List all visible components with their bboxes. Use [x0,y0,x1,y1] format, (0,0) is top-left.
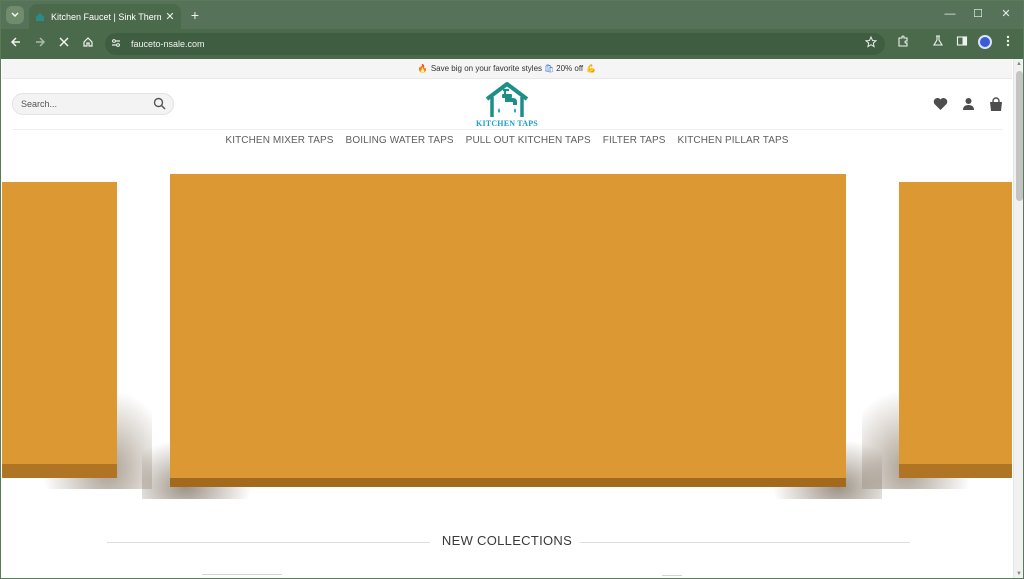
header-divider [12,129,1002,130]
site-info-icon[interactable] [111,38,127,51]
product-peek [662,575,682,578]
section-rule-right [580,542,910,543]
minimize-button[interactable]: — [939,5,961,23]
main-navigation: KITCHEN MIXER TAPS BOILING WATER TAPS PU… [2,135,1012,146]
labs-icon[interactable] [929,35,947,53]
home-icon[interactable] [79,35,97,53]
profile-icon[interactable] [978,35,992,49]
search-box[interactable] [12,93,174,115]
forward-icon[interactable] [31,35,49,53]
browser-toolbar: fauceto-nsale.com [1,29,1023,59]
new-tab-button[interactable]: + [188,6,202,24]
carousel-slide-prev[interactable] [2,182,117,478]
cart-bag-icon[interactable] [989,97,1005,113]
bookmark-star-icon[interactable] [864,35,878,51]
scroll-down-icon[interactable]: ▼ [1016,571,1022,577]
maximize-button[interactable]: ☐ [967,5,989,23]
close-window-button[interactable]: ✕ [995,5,1017,23]
site-favicon-icon [36,12,44,21]
carousel-slide-active[interactable] [170,174,846,487]
nav-filter-taps[interactable]: FILTER TAPS [603,135,666,146]
back-icon[interactable] [7,35,25,53]
search-icon[interactable] [153,97,166,115]
url-text[interactable]: fauceto-nsale.com [131,39,205,49]
muscle-emoji-icon: 💪 [586,64,597,73]
promo-bar: 🔥 Save big on your favorite styles 🛍 20% of… [2,59,1012,79]
scrollbar-thumb[interactable] [1016,71,1023,201]
page-scrollbar[interactable]: ▲ ▼ [1013,59,1023,578]
account-icon[interactable] [962,97,978,113]
fire-emoji-icon: 🔥 [417,64,428,73]
extensions-icon[interactable] [894,35,912,53]
site-logo[interactable]: KITCHEN TAPS [471,81,543,131]
tab-close-icon[interactable]: ✕ [165,10,175,23]
shopping-bags-emoji-icon: 🛍 [544,64,555,73]
product-peek [202,574,282,578]
tab-active[interactable]: Kitchen Faucet | Sink Thermost ✕ [29,4,181,29]
scroll-up-icon[interactable]: ▲ [1016,61,1022,67]
section-title: NEW COLLECTIONS [441,533,573,548]
tab-strip: Kitchen Faucet | Sink Thermost ✕ + — ☐ ✕ [1,1,1023,29]
address-bar[interactable]: fauceto-nsale.com [105,33,885,55]
nav-kitchen-mixer-taps[interactable]: KITCHEN MIXER TAPS [225,135,333,146]
tab-title: Kitchen Faucet | Sink Thermost [51,11,161,22]
stop-icon[interactable] [55,35,73,53]
nav-pull-out-kitchen-taps[interactable]: PULL OUT KITCHEN TAPS [466,135,591,146]
nav-kitchen-pillar-taps[interactable]: KITCHEN PILLAR TAPS [678,135,789,146]
promo-text: Save big on your favorite styles [430,64,543,73]
wishlist-heart-icon[interactable] [933,97,949,113]
web-page: 🔥 Save big on your favorite styles 🛍 20% of… [2,59,1012,578]
carousel-slide-next[interactable] [899,182,1012,478]
browser-window: Kitchen Faucet | Sink Thermost ✕ + — ☐ ✕… [0,0,1024,579]
search-input[interactable] [21,99,146,109]
menu-icon[interactable] [999,35,1017,53]
side-panel-icon[interactable] [953,35,971,53]
nav-boiling-water-taps[interactable]: BOILING WATER TAPS [346,135,454,146]
faucet-house-logo-icon [485,82,529,117]
tab-search-icon[interactable] [6,6,24,24]
logo-text: KITCHEN TAPS [476,119,538,128]
promo-discount: 20% off [556,64,584,73]
new-collections-section: NEW COLLECTIONS [2,533,1012,551]
